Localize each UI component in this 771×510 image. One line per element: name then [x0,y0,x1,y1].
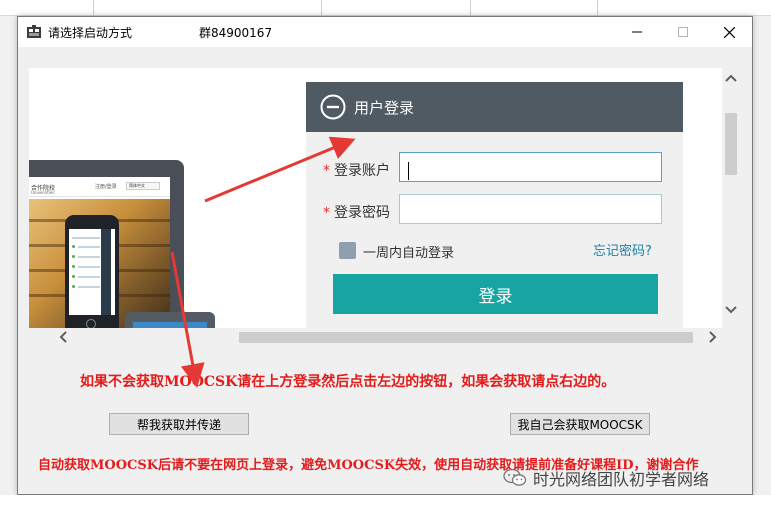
password-label-text: 登录密码 [334,205,390,221]
close-button[interactable] [706,17,752,47]
phone-side-bar [101,229,111,315]
text-caret [408,162,409,180]
window-title: 请选择启动方式 [48,26,133,40]
phone-row [78,246,100,248]
phone-dot [72,275,75,278]
group-number: 群84900167 [199,26,273,40]
password-label: * 登录密码 [323,202,390,222]
scroll-right-button[interactable] [705,329,721,345]
desktop-divider [470,0,471,16]
scroll-down-button[interactable] [723,302,739,318]
wechat-icon [503,468,527,486]
phone-dot [72,255,75,258]
phone-row [78,286,100,288]
vertical-scrollbar[interactable] [722,68,739,328]
scroll-left-button[interactable] [55,329,71,345]
minimize-button[interactable] [614,17,660,47]
embedded-browser[interactable]: 合作院校 Universities 注册/登录 简体中文 用户登录 * 登录账户… [29,68,722,328]
account-input[interactable] [399,152,662,182]
forgot-password-link[interactable]: 忘记密码? [593,240,652,259]
desktop-bottom-strip [0,495,771,510]
required-mark: * [323,163,330,179]
account-label: * 登录账户 [323,160,390,180]
phone-dot [72,285,75,288]
watermark-text: 时光网络团队初学者网络 [533,470,710,489]
remember-checkbox[interactable] [339,242,356,259]
login-header: 用户登录 [306,82,683,132]
chevron-up-icon [725,74,737,82]
watermark: 时光网络团队初学者网络 [503,466,709,490]
login-panel: 用户登录 * 登录账户 * 登录密码 一周内自动登录 忘记密码? 登录 [306,82,683,328]
horizontal-scrollbar[interactable] [29,328,722,346]
login-button[interactable]: 登录 [333,274,658,314]
preview-nav: 注册/登录 [95,184,117,190]
horizontal-scroll-thumb[interactable] [239,332,693,343]
launcher-window: 请选择启动方式 群84900167 合作院校 Universities 注册/登… [17,16,753,495]
phone-dot [72,245,75,248]
login-minus-icon [320,94,346,120]
preview-lang: 简体中文 [126,182,160,190]
phone-dot [72,265,75,268]
instruction-line-1: 如果不会获取MOOCSK请在上方登录然后点击左边的按钮，如果会获取请点右边的。 [80,374,616,390]
chevron-down-icon [725,306,737,314]
desktop-top-strip [0,0,771,16]
vertical-scroll-thumb[interactable] [725,113,737,175]
desktop-divider [321,0,322,16]
maximize-button [660,17,706,47]
phone-row [72,237,100,239]
title-bar[interactable]: 请选择启动方式 群84900167 [18,17,752,47]
phone-row [78,266,100,268]
account-label-text: 登录账户 [334,163,390,179]
password-input[interactable] [399,194,662,224]
phone-illustration [65,215,119,328]
preview-header: 合作院校 Universities 注册/登录 简体中文 [29,177,170,197]
desktop-divider [93,0,94,16]
minimize-icon [632,31,642,33]
maximize-icon [678,27,688,37]
tablet-illustration [125,312,215,328]
scroll-up-button[interactable] [723,70,739,86]
login-title: 用户登录 [354,99,415,117]
phone-row [78,256,100,258]
phone-home-button [86,319,96,328]
chevron-right-icon [709,331,717,343]
chevron-left-icon [59,331,67,343]
desktop-divider [597,0,598,16]
preview-brand-sub: Universities [31,190,55,195]
help-fetch-button[interactable]: 帮我获取并传递 [109,413,249,435]
self-fetch-button[interactable]: 我自己会获取MOOCSK [510,413,650,435]
required-mark: * [323,205,330,221]
app-icon [27,25,41,38]
phone-row [78,276,100,278]
remember-label[interactable]: 一周内自动登录 [363,242,454,261]
close-icon [723,26,735,38]
